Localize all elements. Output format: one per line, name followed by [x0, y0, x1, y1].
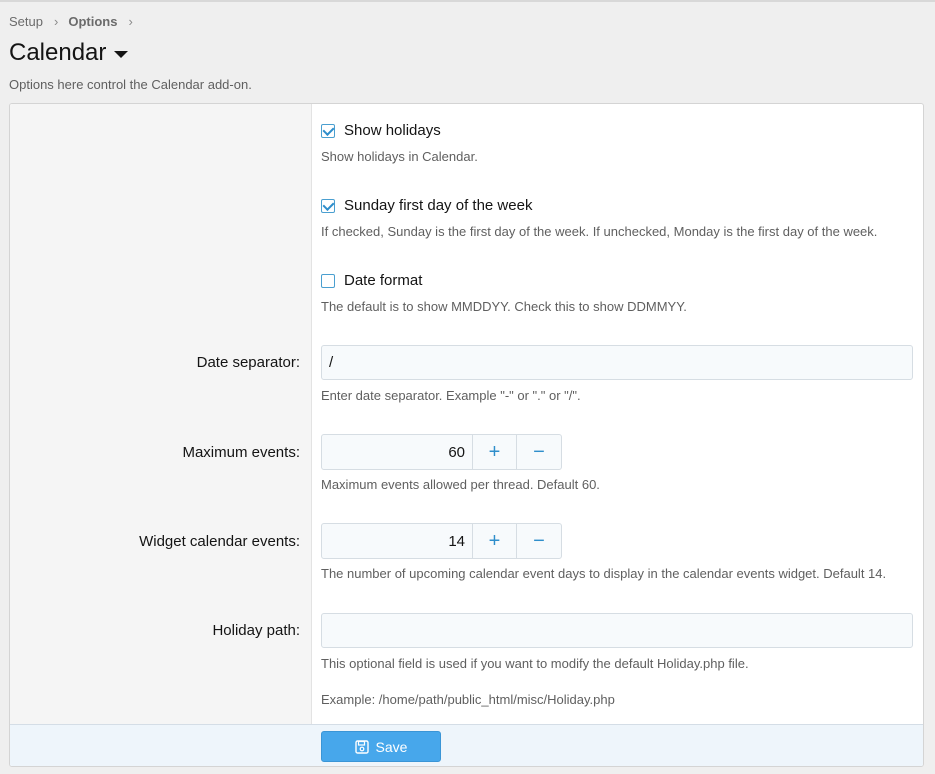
max-events-input[interactable] [322, 435, 473, 469]
chevron-right-icon: › [53, 14, 59, 29]
breadcrumb: Setup › Options › [9, 14, 143, 29]
save-button-label: Save [375, 738, 408, 755]
save-icon [354, 739, 369, 754]
show-holidays-label[interactable]: Show holidays [344, 122, 441, 139]
caret-down-icon[interactable] [114, 50, 129, 58]
max-events-label: Maximum events: [182, 444, 300, 461]
date-format-hint: The default is to show MMDDYY. Check thi… [321, 299, 687, 314]
widget-events-label: Widget calendar events: [139, 533, 300, 550]
chevron-right-icon: › [128, 14, 133, 29]
max-events-hint: Maximum events allowed per thread. Defau… [321, 477, 600, 492]
sunday-first-option[interactable]: Sunday first day of the week [321, 197, 532, 214]
date-separator-label: Date separator: [196, 354, 300, 371]
breadcrumb-options[interactable]: Options [68, 14, 117, 29]
breadcrumb-setup[interactable]: Setup [9, 14, 43, 29]
show-holidays-hint: Show holidays in Calendar. [321, 149, 478, 164]
date-format-option[interactable]: Date format [321, 272, 422, 289]
sunday-first-label[interactable]: Sunday first day of the week [344, 197, 532, 214]
widget-events-stepper: + − [321, 523, 562, 559]
widget-events-increment-button[interactable]: + [473, 524, 518, 558]
options-panel: Show holidays Show holidays in Calendar.… [9, 103, 924, 767]
widget-events-input[interactable] [322, 524, 473, 558]
date-format-label[interactable]: Date format [344, 272, 422, 289]
show-holidays-option[interactable]: Show holidays [321, 122, 441, 139]
sunday-first-hint: If checked, Sunday is the first day of t… [321, 224, 878, 239]
widget-events-decrement-button[interactable]: − [517, 524, 561, 558]
page-frame: Setup › Options › Calendar Options here … [0, 0, 935, 774]
show-holidays-checkbox[interactable] [321, 123, 335, 138]
sunday-first-checkbox[interactable] [321, 198, 335, 213]
max-events-decrement-button[interactable]: − [517, 435, 561, 469]
max-events-increment-button[interactable]: + [473, 435, 518, 469]
widget-events-hint: The number of upcoming calendar event da… [321, 566, 887, 581]
date-separator-input[interactable] [321, 345, 913, 380]
page-title[interactable]: Calendar [9, 39, 129, 67]
holiday-path-label: Holiday path: [212, 622, 300, 639]
date-separator-hint: Enter date separator. Example "-" or "."… [321, 388, 581, 403]
page-description: Options here control the Calendar add-on… [9, 77, 252, 92]
max-events-stepper: + − [321, 434, 562, 470]
form-footer: Save [10, 724, 923, 766]
holiday-path-hint: This optional field is used if you want … [321, 656, 749, 671]
save-button[interactable]: Save [321, 731, 441, 762]
date-format-checkbox[interactable] [321, 273, 335, 288]
holiday-path-input[interactable] [321, 613, 913, 648]
holiday-path-example: Example: /home/path/public_html/misc/Hol… [321, 692, 615, 707]
page-title-text: Calendar [9, 39, 107, 66]
